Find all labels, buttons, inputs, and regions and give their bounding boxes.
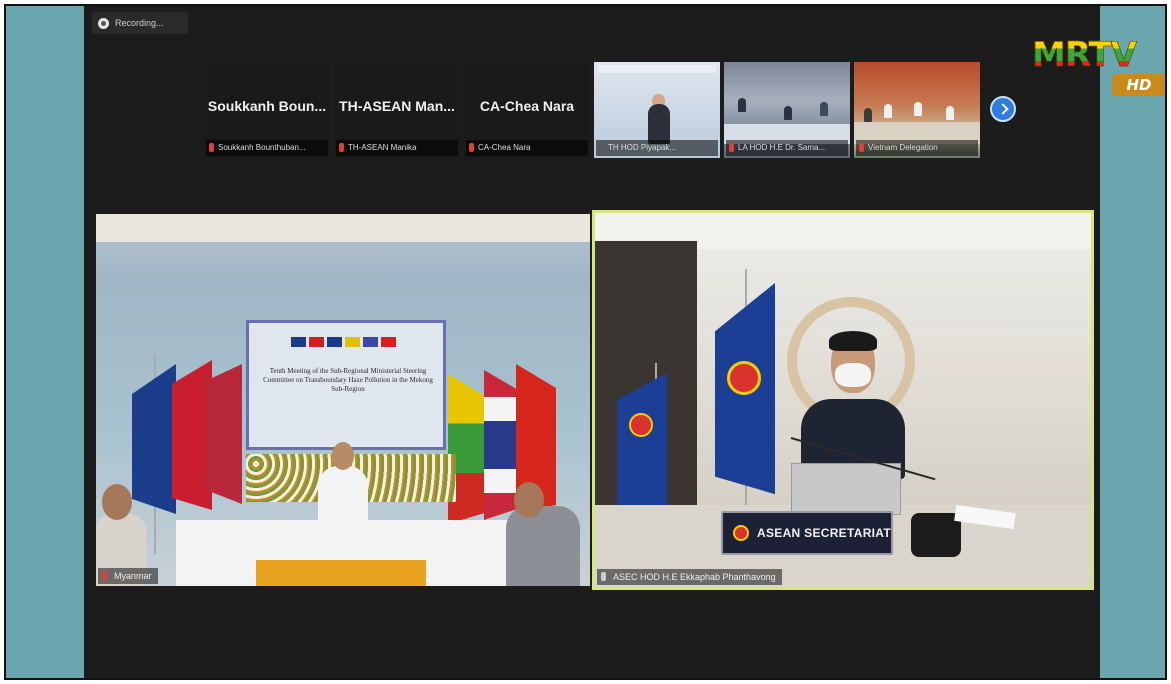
- frame-border: [4, 4, 1167, 680]
- screen-frame: Recording... MRTV HD Soukkanh Boun... So…: [0, 0, 1171, 684]
